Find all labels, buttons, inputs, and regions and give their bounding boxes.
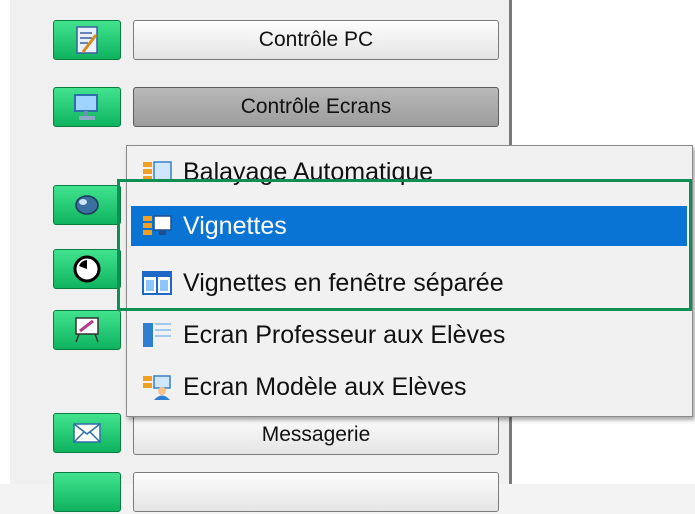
menu-item-ecran-modele[interactable]: Ecran Modèle aux Elèves (131, 367, 687, 407)
monitor-icon[interactable] (53, 87, 121, 127)
partial-icon[interactable] (53, 472, 121, 512)
menu-item-label: Ecran Professeur aux Elèves (183, 320, 506, 349)
board-icon[interactable] (53, 310, 121, 350)
menu-item-label: Vignettes en fenêtre séparée (183, 268, 504, 297)
messagerie-button[interactable]: Messagerie (133, 415, 499, 455)
menu-item-ecran-professeur[interactable]: Ecran Professeur aux Elèves (131, 315, 687, 355)
controle-pc-button[interactable]: Contrôle PC (133, 20, 499, 60)
screens-dropdown-menu: Balayage Automatique Vignettes Vignettes (126, 145, 693, 417)
model-screen-icon (141, 371, 173, 403)
scan-icon (141, 156, 173, 188)
controle-ecrans-button[interactable]: Contrôle Ecrans (133, 87, 499, 127)
menu-item-vignettes[interactable]: Vignettes (131, 206, 687, 246)
split-window-icon (141, 267, 173, 299)
pc-control-icon[interactable] (53, 20, 121, 60)
menu-item-label: Balayage Automatique (183, 157, 434, 186)
menu-item-label: Vignettes (183, 211, 287, 240)
menu-item-vignettes-fenetre[interactable]: Vignettes en fenêtre séparée (131, 263, 687, 303)
partial-button[interactable] (133, 472, 499, 512)
clock-icon[interactable] (53, 249, 121, 289)
cap-icon[interactable] (53, 185, 121, 225)
menu-item-balayage[interactable]: Balayage Automatique (131, 152, 687, 192)
menu-item-label: Ecran Modèle aux Elèves (183, 372, 467, 401)
panel-margin (0, 0, 10, 484)
teacher-screen-icon (141, 319, 173, 351)
envelope-icon[interactable] (53, 413, 121, 453)
thumbnails-icon (141, 210, 173, 242)
